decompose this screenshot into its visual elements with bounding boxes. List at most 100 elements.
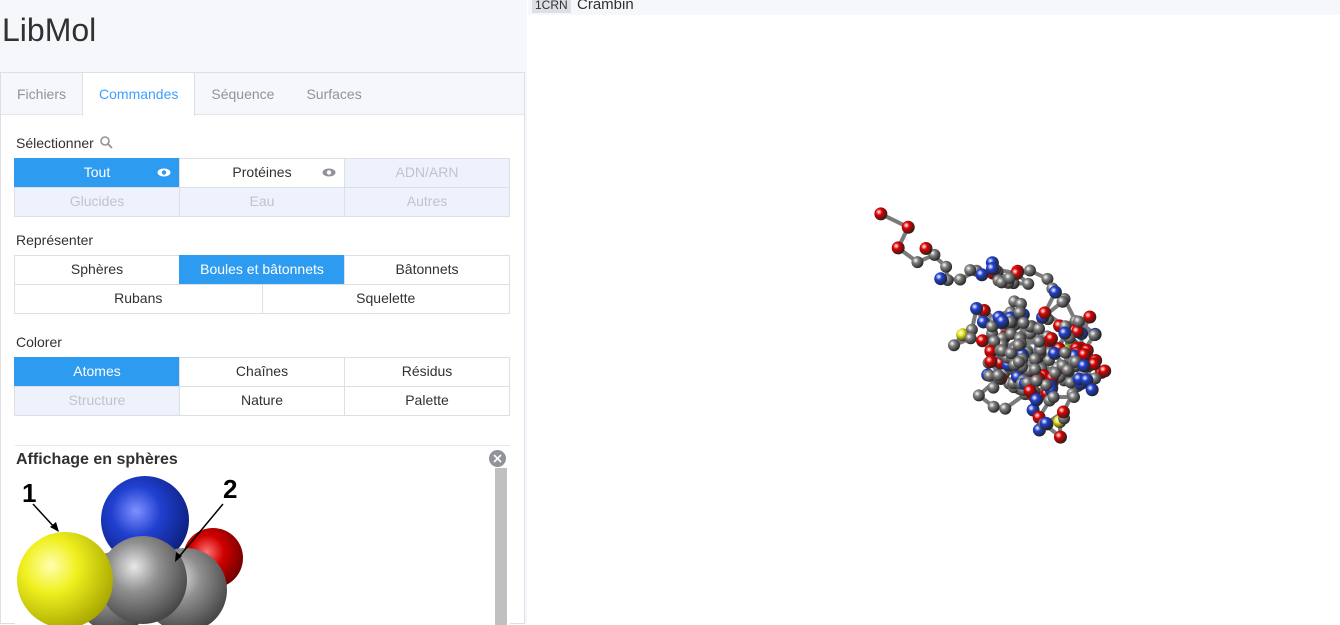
atoms [874,207,1111,443]
color-atoms-button[interactable]: Atomes [14,357,180,387]
ball-and-stick-button[interactable]: Boules et bâtonnets [179,255,345,285]
color-palette-button[interactable]: Palette [344,386,510,416]
atom [986,262,999,275]
atom [1048,391,1060,403]
atom [1058,327,1071,340]
select-label: Sélectionner [16,135,94,151]
atom [920,242,933,255]
select-all-button[interactable]: Tout [14,158,180,188]
atom [1059,347,1071,359]
color-residues-button[interactable]: Résidus [344,357,510,387]
select-glucides-button[interactable]: Glucides [14,187,180,217]
atom [1057,406,1070,419]
atom [954,273,966,285]
atom [973,389,985,401]
color-nature-button[interactable]: Nature [179,386,345,416]
select-section-label: Sélectionner [16,135,113,151]
select-proteins-label: Protéines [232,164,291,180]
atom [992,369,1004,381]
viewer-header: 1CRN Crambin [528,0,1340,15]
eye-icon[interactable] [322,168,336,177]
select-all-label: Tout [84,164,110,180]
molecule-name: Crambin [577,0,634,13]
color-label: Colorer [16,334,62,350]
left-panel: LibMol Fichiers Commandes Séquence Surfa… [0,0,527,624]
atom [940,261,952,273]
atom [1077,359,1090,372]
search-icon[interactable] [100,136,113,149]
atom [1030,375,1042,387]
tab-bar: Fichiers Commandes Séquence Surfaces [1,73,524,115]
atom [1018,317,1030,329]
atom [996,315,1009,328]
molecule-viewer[interactable]: 1CRN Crambin [528,0,1340,624]
color-grid: Atomes Chaînes Résidus Structure Nature … [15,358,510,416]
atom [1083,310,1096,323]
command-panel: Fichiers Commandes Séquence Surfaces Sél… [0,72,525,624]
tab-surfaces[interactable]: Surfaces [290,73,377,115]
atom [1038,306,1051,319]
sulfur-sphere [17,532,113,625]
atom [1045,332,1058,345]
atom [1054,431,1067,444]
tab-commandes[interactable]: Commandes [82,73,195,116]
atom [1040,417,1053,430]
ribbons-button[interactable]: Rubans [14,284,263,314]
atom [1088,329,1100,341]
atom [1048,347,1061,360]
callout-1-arrow [33,504,55,528]
represent-grid: Sphères Boules et bâtonnets Bâtonnets Ru… [15,256,510,314]
atom [1033,323,1045,335]
sphere-info-box: Affichage en sphères [15,445,510,625]
atom [1005,347,1017,359]
atom [1068,391,1080,403]
callout-2: 2 [223,474,237,504]
atom [874,207,887,220]
molecule-canvas[interactable] [528,15,1340,624]
atom [1014,306,1026,318]
sphere-illustration: 1 2 [15,472,275,625]
scrollbar[interactable] [495,468,507,625]
atom [1030,393,1043,406]
atom [902,221,915,234]
app-title: LibMol [2,12,96,49]
atom [1022,278,1034,290]
color-structure-button[interactable]: Structure [14,386,180,416]
atom [984,355,997,368]
atom [965,332,977,344]
backbone-button[interactable]: Squelette [262,284,511,314]
atom [988,401,1000,413]
select-others-button[interactable]: Autres [344,187,510,217]
select-water-button[interactable]: Eau [179,187,345,217]
atom [1029,363,1041,375]
close-button[interactable] [489,450,506,467]
color-chains-button[interactable]: Chaînes [179,357,345,387]
spheres-button[interactable]: Sphères [14,255,180,285]
atom [999,403,1011,415]
atom [1049,286,1062,299]
atom [1013,356,1025,368]
atom [1086,383,1099,396]
atom [911,256,923,268]
atom [964,264,976,276]
atom [1024,264,1036,276]
tab-sequence[interactable]: Séquence [195,73,290,115]
sticks-button[interactable]: Bâtonnets [344,255,510,285]
pdb-id-badge: 1CRN [532,0,571,13]
atom [970,302,983,315]
select-grid: Tout Protéines ADN/ARN Glucides Eau Autr… [15,159,510,217]
close-icon [489,450,506,467]
atom [1004,272,1016,284]
callout-1: 1 [22,478,36,508]
represent-label: Représenter [16,232,93,248]
select-dna-rna-button[interactable]: ADN/ARN [344,158,510,188]
atom [892,241,905,254]
atom [948,339,960,351]
select-proteins-button[interactable]: Protéines [179,158,345,188]
tab-fichiers[interactable]: Fichiers [1,73,82,115]
atom [1033,336,1045,348]
eye-icon[interactable] [157,168,171,177]
atom [934,272,947,285]
atom [1062,364,1074,376]
sphere-info-title: Affichage en sphères [16,451,178,469]
